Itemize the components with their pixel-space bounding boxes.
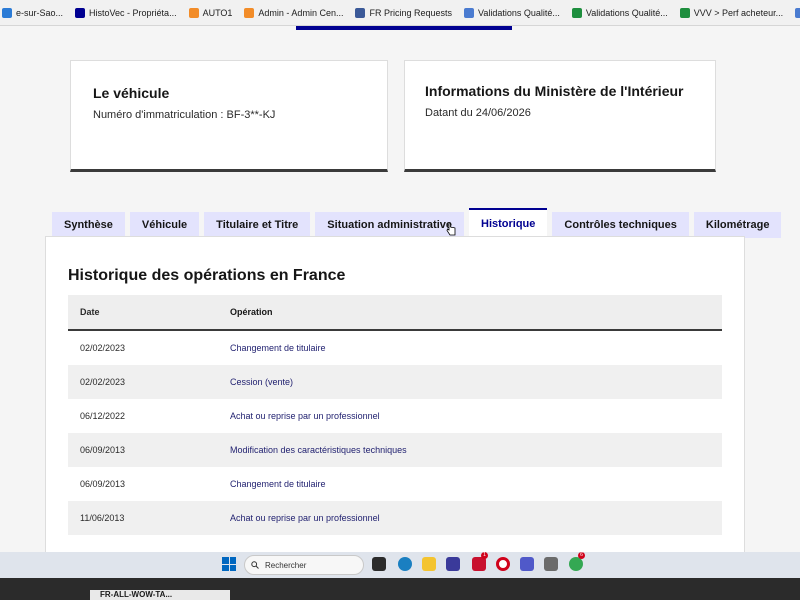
calculator-icon[interactable] [544,557,558,571]
tab-v-hicule[interactable]: Véhicule [129,212,200,238]
tab-kilom-trage[interactable]: Kilométrage [693,212,782,238]
table-row: 02/02/2023 Cession (vente) [68,365,722,399]
chrome-badge: 6 [578,552,585,559]
store-icon[interactable] [446,557,460,571]
history-table: Date Opération 02/02/2023 Changement de t… [68,295,722,535]
search-icon [251,561,259,569]
bookmark-favicon-icon [244,7,255,18]
row-operation: Changement de titulaire [230,343,326,353]
row-operation: Cession (vente) [230,377,294,387]
row-date: 06/09/2013 [80,445,126,455]
header-accent-strip [296,26,512,30]
history-title: Historique des opérations en France [68,267,346,284]
bookmark-label: e-sur-Sao... [16,7,64,18]
row-operation: Achat ou reprise par un professionnel [230,513,380,523]
taskbar-search[interactable]: Rechercher [244,555,364,575]
tab-bar: Synthèse Véhicule Titulaire et Titre Situat… [52,208,786,238]
bookmark-item[interactable]: AUTO1 [188,7,233,18]
vehicle-card: Le véhicule Numéro d'immatriculation : B… [70,60,388,172]
bookmark-label: FR Pricing Requests [369,7,452,18]
row-date: 06/12/2022 [80,411,126,421]
bookmark-item[interactable]: VVV > Perf acheteur... [679,7,784,18]
table-row: 06/12/2022 Achat ou reprise par un profes… [68,399,722,433]
bookmark-item[interactable]: Demande agence -... [795,7,800,18]
bookmark-favicon-icon [464,7,474,18]
tab-synth-se[interactable]: Synthèse [52,212,125,238]
bookmark-favicon-icon [75,7,86,18]
edge-icon[interactable] [398,557,412,571]
vehicle-plate: Numéro d'immatriculation : BF-3**-KJ [93,109,276,121]
tab-situation-administrative[interactable]: Situation administrative [315,212,464,238]
history-panel: Historique des opérations en France Date… [45,236,745,552]
row-date: 02/02/2023 [80,377,126,387]
bookmark-item[interactable]: e-sur-Sao... [2,7,64,18]
file-explorer-icon[interactable] [422,557,436,571]
bookmark-item[interactable]: Validations Qualité... [464,7,560,18]
table-row: 06/09/2013 Modification des caractéristiq… [68,433,722,467]
row-operation: Changement de titulaire [230,479,326,489]
bookmark-favicon-icon [795,7,800,18]
ministry-card-title: Informations du Ministère de l'Intérieur [425,83,684,99]
row-date: 11/06/2013 [80,513,125,523]
bookmark-favicon-icon [355,7,366,18]
row-date: 02/02/2023 [80,343,126,353]
table-header: Date Opération [68,295,722,331]
app-red-icon[interactable] [472,557,486,571]
opera-icon[interactable] [496,557,510,571]
page-content: Le véhicule Numéro d'immatriculation : B… [0,26,800,552]
vehicle-card-title: Le véhicule [93,85,170,101]
ministry-card: Informations du Ministère de l'Intérieur… [404,60,716,172]
bookmark-label: VVV > Perf acheteur... [693,7,784,18]
bookmark-favicon-icon [188,7,199,18]
table-row: 02/02/2023 Changement de titulaire [68,331,722,365]
bookmark-item[interactable]: Admin - Admin Cen... [244,7,344,18]
bookmarks-bar: e-sur-Sao... HistoVec - Propriéta... AUTO1… [0,0,800,26]
bookmark-item[interactable]: FR Pricing Requests [355,7,452,18]
bookmark-label: HistoVec - Propriéta... [89,7,177,18]
chrome-icon[interactable] [569,557,583,571]
bookmark-label: AUTO1 [202,7,233,18]
bookmark-label: Admin - Admin Cen... [258,7,344,18]
bookmark-label: Validations Qualité... [585,7,668,18]
column-header-date: Date [80,307,100,317]
tab-historique[interactable]: Historique [469,208,548,238]
tab-titulaire-et-titre[interactable]: Titulaire et Titre [204,212,311,238]
column-header-operation: Opération [230,307,273,317]
task-view-icon[interactable] [372,557,386,571]
windows-start-icon[interactable] [222,557,236,571]
row-date: 06/09/2013 [80,479,126,489]
bookmark-item[interactable]: Validations Qualité... [571,7,668,18]
bookmark-label: Validations Qualité... [478,7,560,18]
tab-contr-les-techniques[interactable]: Contrôles techniques [552,212,689,238]
ministry-date: Datant du 24/06/2026 [425,107,531,119]
hand-cursor-icon [446,222,456,236]
table-row: 06/09/2013 Changement de titulaire [68,467,722,501]
teams-icon[interactable] [520,557,534,571]
table-row: 11/06/2013 Achat ou reprise par un profes… [68,501,722,535]
taskbar: Rechercher 1 6 [0,552,800,578]
row-operation: Achat ou reprise par un professionnel [230,411,380,421]
bookmark-favicon-icon [571,7,582,18]
bookmark-favicon-icon [2,7,12,18]
notification-badge: 1 [481,552,488,559]
label-sticker: FR-ALL-WOW-TA... [90,590,230,600]
bookmark-item[interactable]: HistoVec - Propriéta... [75,7,177,18]
row-operation: Modification des caractéristiques techni… [230,445,407,455]
bookmark-favicon-icon [679,7,690,18]
search-placeholder: Rechercher [265,560,307,570]
